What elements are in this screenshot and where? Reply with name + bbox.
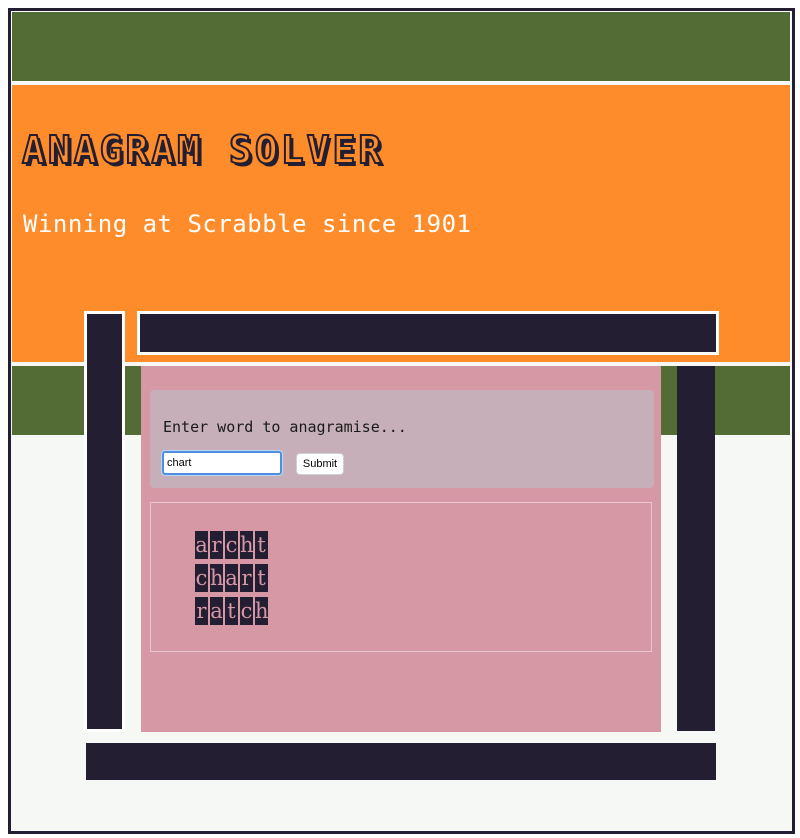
result-word: chart <box>195 564 268 594</box>
letter-tile: t <box>255 564 268 592</box>
top-dark-bar <box>137 311 719 355</box>
page-subtitle: Winning at Scrabble since 1901 <box>23 210 472 238</box>
result-word: ratch <box>195 597 268 627</box>
result-word: archt <box>195 531 268 561</box>
letter-tile: a <box>225 564 238 592</box>
letter-tile: h <box>240 531 253 559</box>
letter-tile: t <box>255 531 268 559</box>
letter-tile: c <box>225 531 238 559</box>
right-dark-bar <box>677 366 715 731</box>
letter-tile: h <box>210 564 223 592</box>
top-green-band <box>11 11 791 82</box>
letter-tile: a <box>210 597 223 625</box>
letter-tile: a <box>195 531 208 559</box>
left-dark-bar <box>84 311 125 732</box>
results-list: archtchartratch <box>195 531 268 630</box>
letter-tile: r <box>210 531 223 559</box>
form-prompt: Enter word to anagramise... <box>163 418 407 436</box>
letter-tile: c <box>195 564 208 592</box>
page-title: ANAGRAM SOLVER <box>21 127 385 173</box>
word-input[interactable] <box>161 450 283 476</box>
letter-tile: c <box>240 597 253 625</box>
letter-tile: r <box>240 564 253 592</box>
letter-tile: t <box>225 597 238 625</box>
letter-tile: r <box>195 597 208 625</box>
bottom-dark-bar <box>86 743 716 780</box>
letter-tile: h <box>255 597 268 625</box>
submit-button[interactable]: Submit <box>296 453 344 475</box>
